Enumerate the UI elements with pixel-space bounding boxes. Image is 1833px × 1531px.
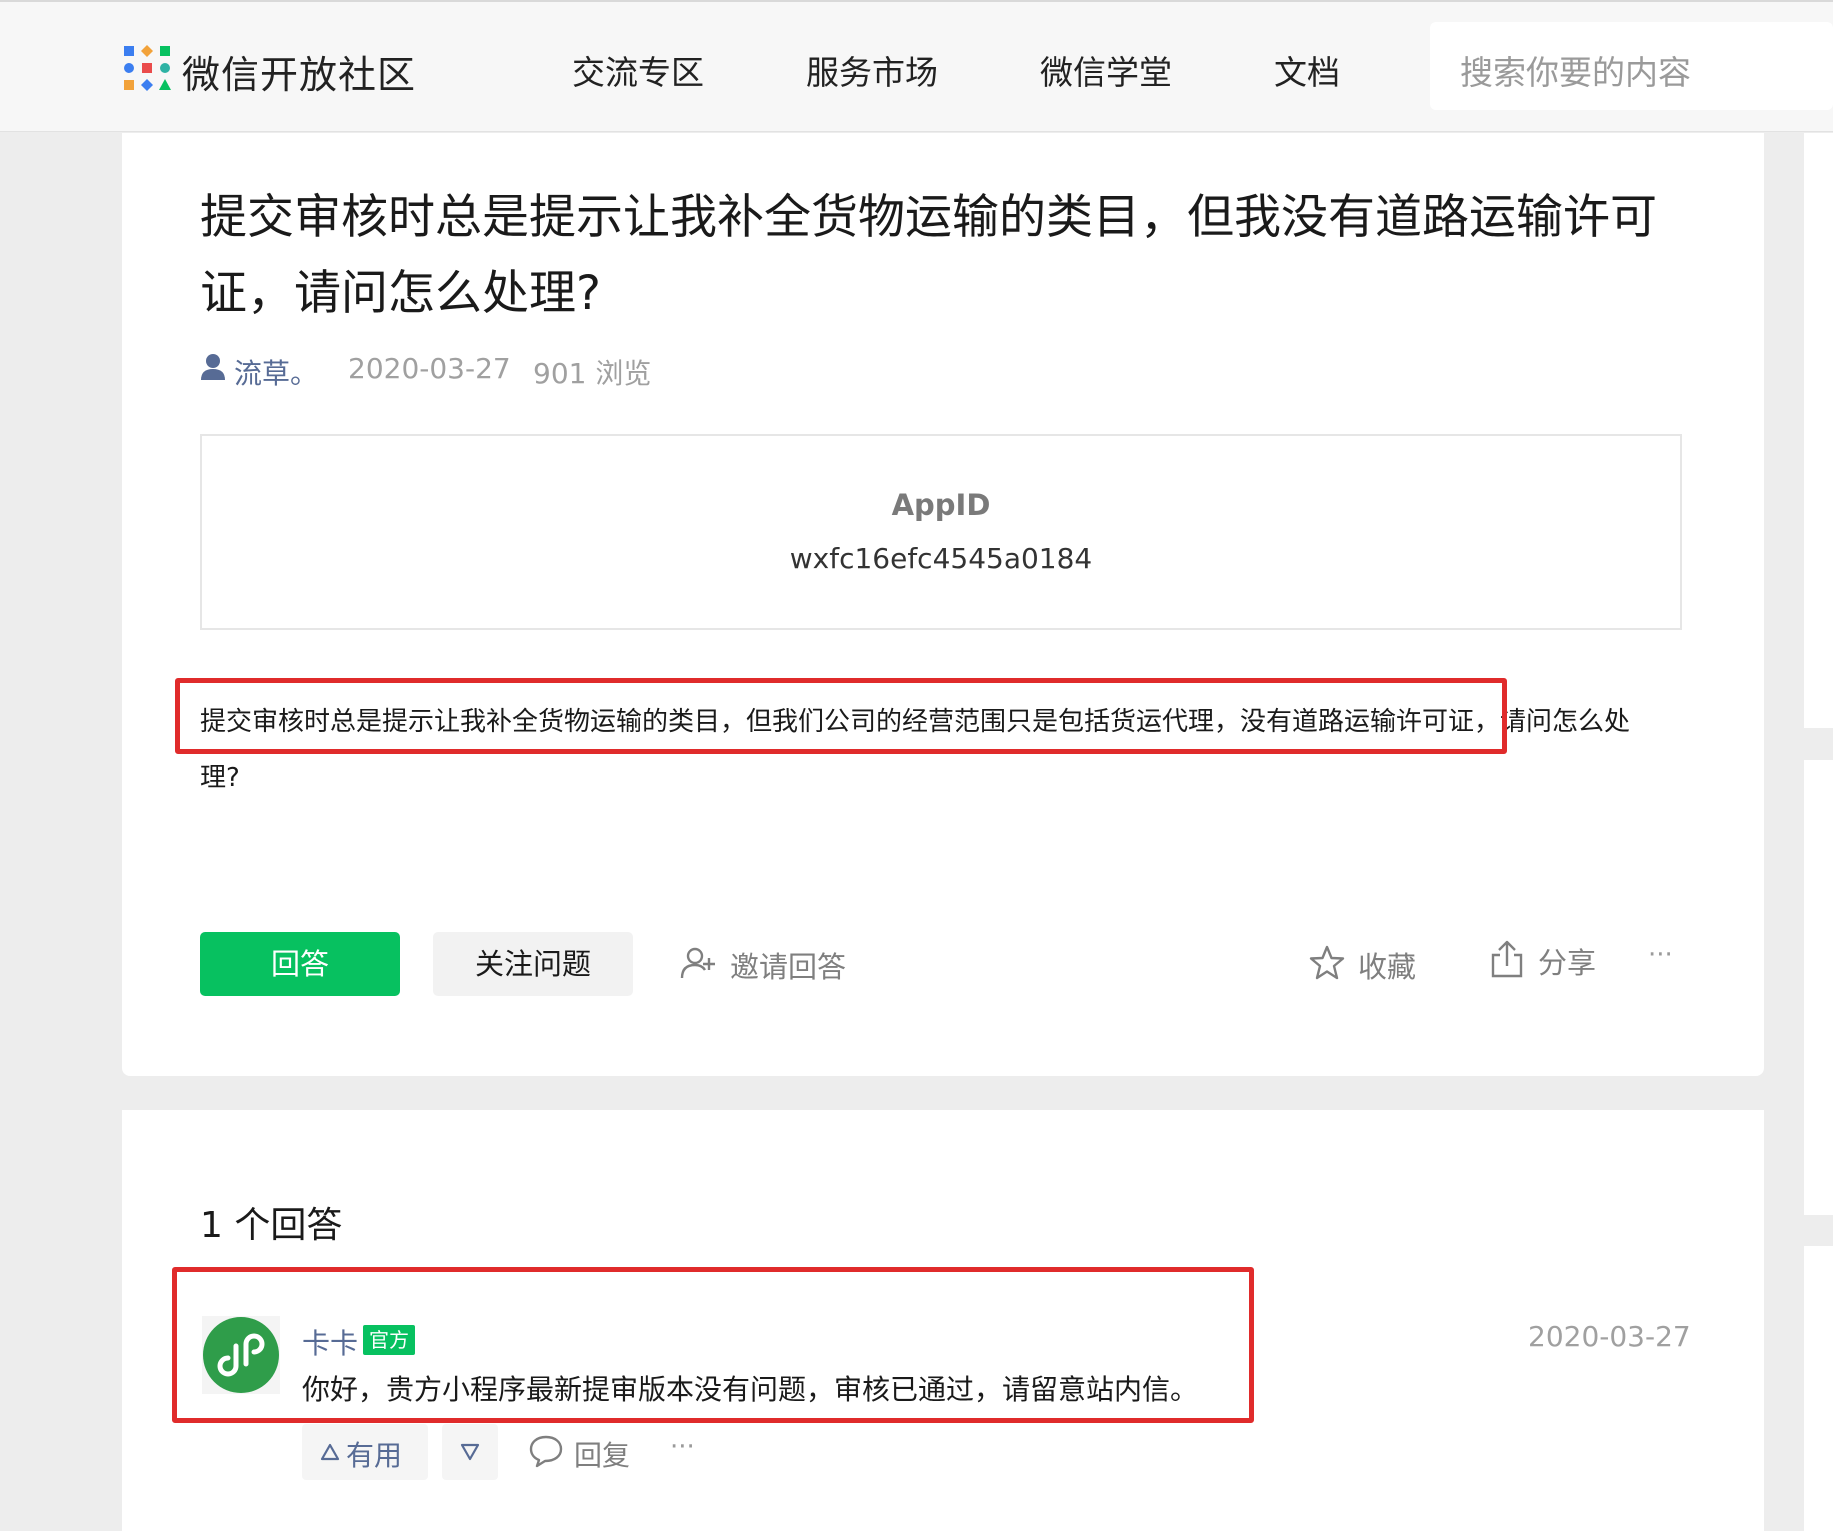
appid-box: AppID wxfc16efc4545a0184	[200, 434, 1682, 630]
reply-label: 回复	[574, 1439, 631, 1472]
annotation-highlight-box	[172, 1267, 1254, 1423]
upvote-label: 有用	[346, 1439, 403, 1472]
answer-date: 2020-03-27	[1528, 1320, 1691, 1353]
question-title: 提交审核时总是提示让我补全货物运输的类目，但我没有道路运输许可证，请问怎么处理?	[200, 190, 1657, 321]
brand-name[interactable]: 微信开放社区	[182, 44, 416, 99]
right-sidebar-card	[1804, 133, 1833, 728]
favorite-label: 收藏	[1358, 950, 1417, 984]
triangle-down-icon	[460, 1443, 480, 1461]
wechat-community-logo-icon[interactable]	[122, 44, 172, 92]
favorite-button[interactable]: 收藏	[1308, 944, 1418, 984]
triangle-up-icon	[320, 1443, 340, 1461]
share-icon	[1491, 940, 1523, 978]
invite-user-icon	[680, 947, 715, 979]
search-input[interactable]: 搜索你要的内容	[1430, 22, 1833, 110]
answer-more-button[interactable]: ···	[670, 1432, 695, 1462]
nav-item-docs[interactable]: 文档	[1274, 46, 1340, 94]
search-placeholder: 搜索你要的内容	[1460, 53, 1691, 92]
top-nav-bar: 微信开放社区 交流专区 服务市场 微信学堂 文档 搜索你要的内容	[0, 0, 1833, 132]
downvote-button[interactable]	[442, 1424, 498, 1480]
upvote-button[interactable]: 有用	[302, 1424, 428, 1480]
question-views: 901 浏览	[533, 357, 652, 390]
user-icon	[201, 354, 225, 380]
annotation-highlight-box	[175, 678, 1507, 754]
share-button[interactable]: 分享	[1490, 940, 1600, 980]
nav-item-academy[interactable]: 微信学堂	[1040, 46, 1172, 94]
invite-answer-button[interactable]: 邀请回答	[680, 944, 850, 984]
more-options-button[interactable]: ···	[1648, 940, 1673, 970]
share-label: 分享	[1538, 946, 1597, 980]
invite-label: 邀请回答	[730, 950, 847, 984]
window-top-border	[0, 0, 1833, 2]
question-author[interactable]: 流草。	[234, 352, 318, 392]
nav-item-market[interactable]: 服务市场	[806, 46, 938, 94]
star-icon	[1309, 945, 1345, 980]
right-sidebar-card	[1804, 760, 1833, 1215]
follow-question-button[interactable]: 关注问题	[433, 932, 633, 996]
question-date: 2020-03-27	[348, 352, 511, 385]
answers-count: 1 个回答	[200, 1205, 343, 1246]
nav-item-exchange[interactable]: 交流专区	[572, 46, 704, 94]
right-sidebar-card	[1804, 1246, 1833, 1531]
answer-button[interactable]: 回答	[200, 932, 400, 996]
appid-value: wxfc16efc4545a0184	[789, 542, 1093, 575]
comment-icon	[529, 1435, 563, 1468]
appid-label: AppID	[891, 488, 991, 522]
